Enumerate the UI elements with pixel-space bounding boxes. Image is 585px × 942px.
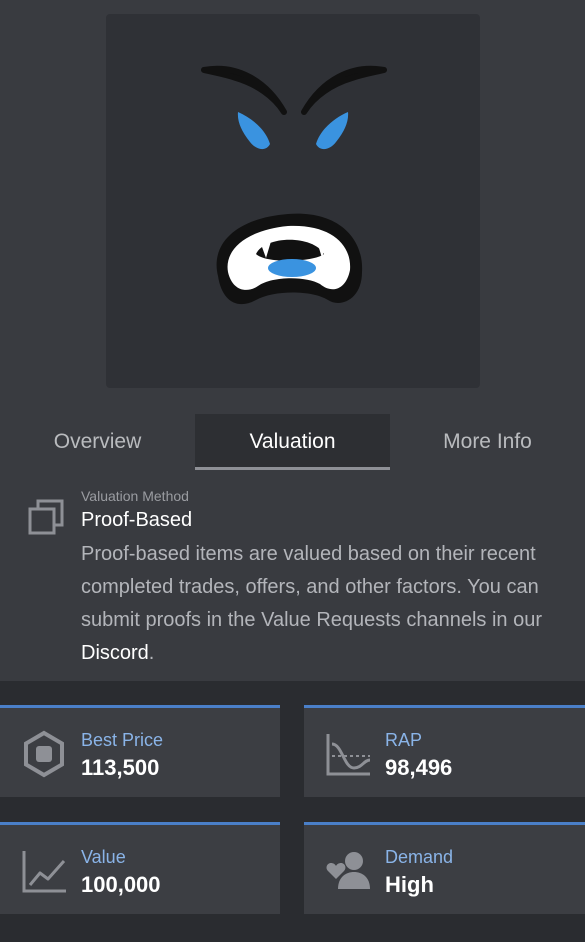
copy-icon bbox=[28, 499, 64, 535]
stat-card-best-price: Best Price 113,500 bbox=[0, 705, 280, 797]
stat-card-value: Value 100,000 bbox=[0, 822, 280, 914]
valuation-description: Proof-based items are valued based on th… bbox=[81, 538, 561, 670]
robux-icon bbox=[24, 730, 64, 778]
tab-valuation[interactable]: Valuation bbox=[195, 414, 390, 470]
stat-label: Value bbox=[81, 847, 126, 867]
stat-label: Demand bbox=[385, 847, 454, 867]
line-chart-icon bbox=[22, 851, 66, 893]
stat-card-rap: RAP 98,496 bbox=[304, 705, 585, 797]
users-heart-icon bbox=[326, 852, 370, 889]
stat-value: High bbox=[385, 872, 434, 897]
stats-grid: Best Price 113,500 RAP 98,496 Value 100,… bbox=[0, 681, 585, 942]
valuation-description-end: . bbox=[148, 642, 155, 664]
valuation-method-section: Valuation Method Proof-Based Proof-based… bbox=[0, 482, 585, 672]
tab-overview[interactable]: Overview bbox=[0, 414, 195, 470]
stat-value: 113,500 bbox=[81, 755, 160, 780]
valuation-description-text: Proof-based items are valued based on th… bbox=[81, 543, 543, 631]
tab-bar: Overview Valuation More Info bbox=[0, 414, 585, 470]
discord-link[interactable]: Discord bbox=[81, 642, 149, 664]
rap-chart-icon bbox=[326, 734, 371, 776]
stat-value: 100,000 bbox=[81, 872, 161, 897]
stat-card-demand: Demand High bbox=[304, 822, 585, 914]
stat-value: 98,496 bbox=[385, 755, 453, 780]
valuation-method-label: Valuation Method bbox=[81, 488, 189, 504]
stat-label: RAP bbox=[385, 730, 423, 750]
valuation-method-title: Proof-Based bbox=[81, 509, 193, 531]
angry-face-image bbox=[201, 65, 387, 305]
stat-label: Best Price bbox=[81, 730, 164, 750]
item-thumbnail bbox=[106, 14, 480, 388]
tab-more-info[interactable]: More Info bbox=[390, 414, 585, 470]
